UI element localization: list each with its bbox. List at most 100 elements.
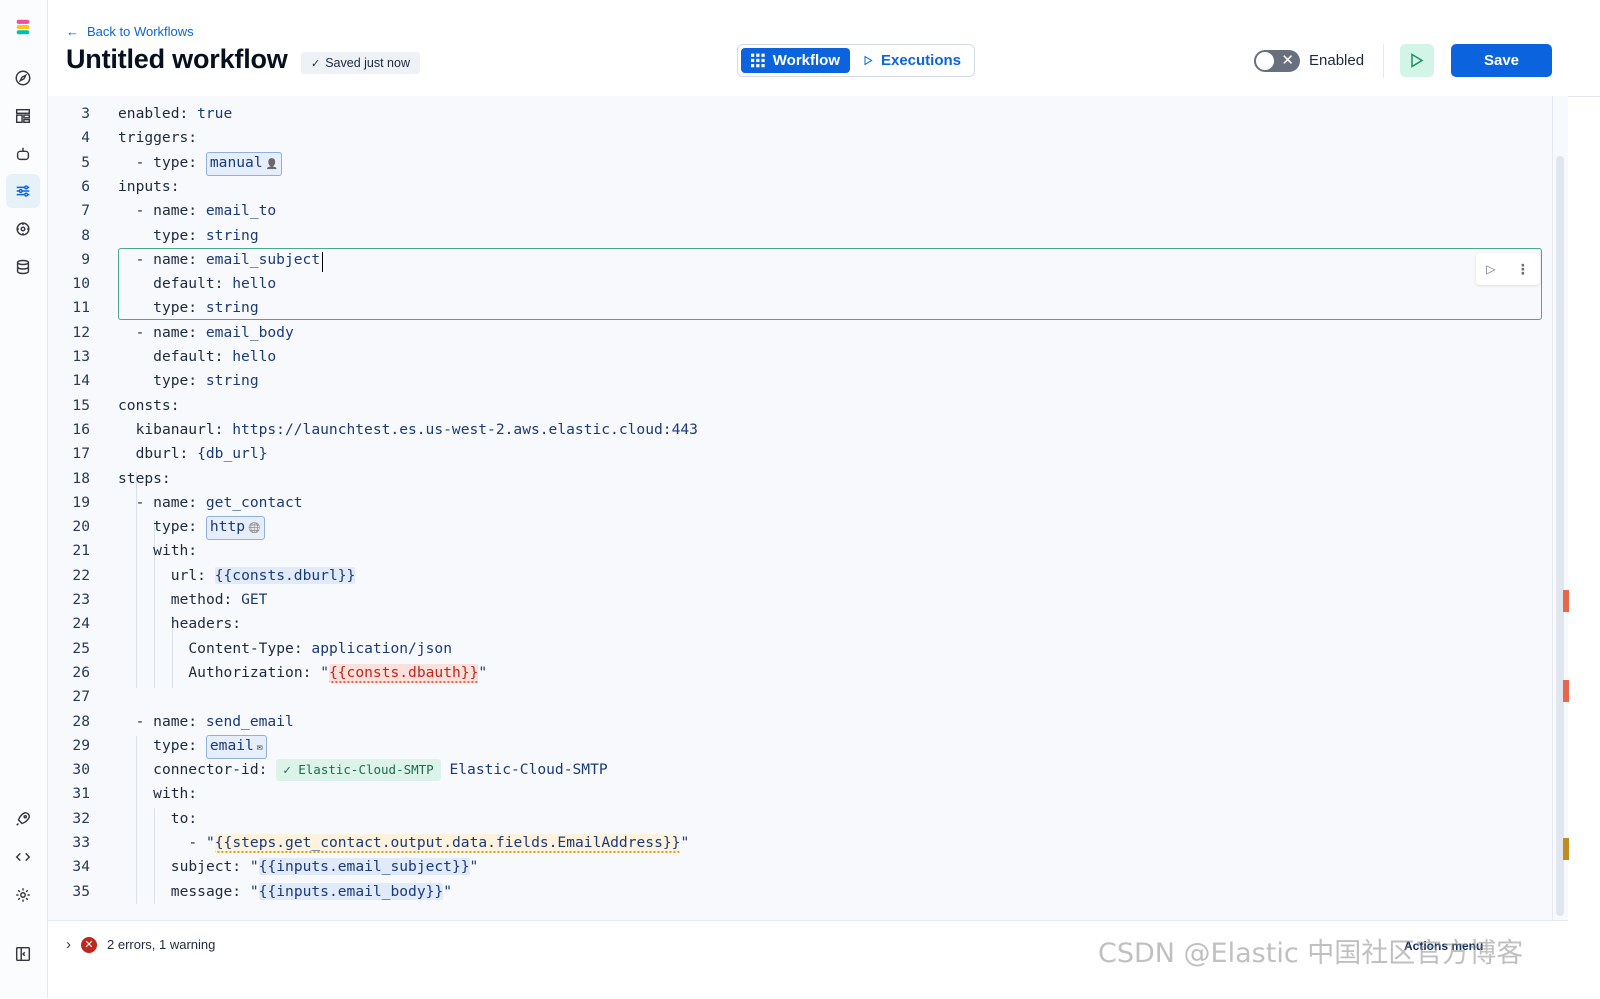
code-line: 7 - name: email_to [48,199,1548,223]
yaml-value: hello [223,275,277,293]
code-line: 31 with: [48,782,1548,806]
compass-icon[interactable] [6,61,40,95]
yaml-key: headers: [170,615,242,633]
yaml-key: message: [170,882,250,900]
workflows-icon[interactable] [6,174,40,208]
saved-status-badge: ✓ Saved just now [301,52,420,74]
line-content: dburl: {db_url} [136,442,268,466]
code-line: 23 method: GET [48,588,1548,612]
gear-icon[interactable] [6,878,40,912]
validation-status[interactable]: › ✕ 2 errors, 1 warning [66,936,215,953]
line-number: 7 [81,202,90,220]
line-number: 28 [72,712,90,730]
line-content: - type: manual 👤 [136,151,283,176]
line-number: 30 [72,761,90,779]
elastic-logo-icon[interactable] [6,10,40,44]
line-number: 13 [72,348,90,365]
line-number: 22 [72,566,90,584]
type-pill[interactable]: email ✉ [205,734,267,759]
user-icon: 👤 [265,158,279,170]
code-line: 18 steps: [48,467,1548,491]
type-pill[interactable]: manual 👤 [205,151,283,176]
database-icon[interactable] [6,250,40,284]
line-content: type: string [135,296,258,320]
back-to-workflows-link[interactable]: ← Back to Workflows [66,24,194,39]
code-line: 26 Authorization: "{{consts.dbauth}}" [48,661,1548,685]
line-number: 23 [72,591,90,608]
run-workflow-button[interactable] [1400,44,1434,77]
yaml-key: enabled: [118,105,189,122]
quote: " [443,882,452,900]
tab-executions[interactable]: Executions [853,48,971,73]
yaml-key: default: [135,275,224,293]
line-number: 8 [81,226,90,244]
line-number: 3 [81,105,90,122]
yaml-key: dburl: [135,445,189,463]
yaml-editor[interactable]: ▷ ⋮ 3 enabled: true 4 triggers: 5- type: man… [48,96,1552,920]
code-line: 16 kibanaurl: https://launchtest.es.us-we… [48,418,1548,442]
view-switcher: Workflow Executions [737,44,975,77]
yaml-key: consts: [118,396,180,414]
dashboard-icon[interactable] [6,99,40,133]
line-number: 5 [81,153,90,171]
quote: " [205,834,215,851]
yaml-value: send_email [197,712,294,730]
code-line: 17 dburl: {db_url} [48,442,1548,466]
template-expression: {{consts.dburl}} [214,566,356,584]
robot-icon[interactable] [6,137,40,171]
yaml-key: - name: [135,493,198,511]
yaml-key: - [188,834,206,851]
yaml-value: Elastic-Cloud-SMTP [440,761,608,779]
template-expression: {{inputs.email_body}} [258,882,444,900]
line-content: headers: [171,612,241,636]
code-icon[interactable] [6,840,40,874]
line-content: Authorization: "{{consts.dbauth}}" [188,661,487,685]
line-number: 10 [72,275,90,293]
yaml-key: connector-id: [135,761,277,779]
line-content: - name: email_to [136,199,277,223]
line-content: steps: [118,467,171,491]
connector-badge[interactable]: ✓ Elastic-Cloud-SMTP [276,759,441,782]
scrollbar-thumb[interactable] [1556,156,1564,916]
line-number: 20 [72,518,90,536]
yaml-key: kibanaurl: [135,420,224,438]
line-content: - "{{steps.get_contact.output.data.field… [188,831,689,855]
line-number: 11 [72,299,90,317]
line-content: subject: "{{inputs.email_subject}}" [170,855,478,879]
collapse-nav-icon[interactable] [6,937,40,971]
yaml-key: type: [135,299,198,317]
line-content: enabled: true [118,102,232,126]
line-content: - name: email_subject [136,248,321,272]
line-content: type: string [136,224,258,248]
code-line: 10 default: hello [48,272,1548,296]
yaml-key: with: [135,785,198,803]
line-number: 4 [81,129,90,147]
yaml-key: subject: [170,858,250,876]
chevron-right-icon: › [66,936,71,953]
rocket-icon[interactable] [6,802,40,836]
enabled-toggle[interactable]: ✕ [1254,50,1300,72]
yaml-key: method: [170,591,233,608]
code-line: 30 connector-id: ✓ Elastic-Cloud-SMTP El… [48,758,1548,782]
line-number: 26 [72,663,90,681]
yaml-key: - name: [135,202,198,220]
yaml-key: default: [135,348,224,365]
ml-icon[interactable] [6,212,40,246]
template-expression: {{inputs.email_subject}} [258,858,470,876]
type-pill[interactable]: http 🌐 [205,516,265,541]
save-button[interactable]: Save [1451,44,1552,77]
yaml-value: string [197,372,259,390]
line-content: default: hello [135,272,277,296]
tab-workflow[interactable]: Workflow [741,48,850,73]
yaml-key: steps: [118,469,171,487]
quote: " [249,882,259,900]
line-content: type: email ✉ [136,734,267,759]
code-line: 19 - name: get_contact [48,491,1548,515]
line-number: 29 [72,736,90,754]
globe-icon: 🌐 [248,523,261,535]
type-pill-label: manual [209,153,263,171]
mail-icon: ✉ [256,741,263,753]
yaml-key: to: [170,809,198,827]
editor-scrollbar[interactable] [1552,96,1569,920]
line-content: default: hello [135,345,276,369]
